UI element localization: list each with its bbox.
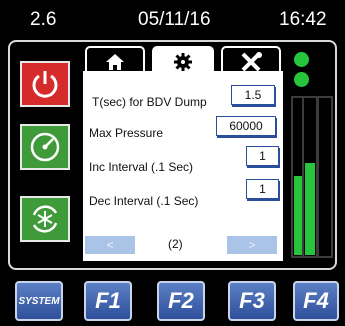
- page-indicator: (2): [168, 237, 183, 251]
- status-led-1: [294, 52, 309, 67]
- dec-interval-label: Dec Interval (.1 Sec): [89, 194, 199, 208]
- date-display: 05/11/16: [138, 9, 211, 30]
- prev-page-button[interactable]: <: [85, 236, 135, 254]
- gauge-button[interactable]: [20, 124, 70, 170]
- dec-interval-value[interactable]: 1: [246, 179, 279, 199]
- next-page-button[interactable]: >: [227, 236, 277, 254]
- power-icon: [32, 71, 58, 98]
- recycle-snowflake-icon: [32, 205, 58, 233]
- gauge-icon: [30, 132, 60, 162]
- status-bar: 2.6 05/11/16 16:42: [0, 0, 345, 38]
- tools-icon: [241, 51, 262, 71]
- max-pressure-label: Max Pressure: [89, 126, 164, 140]
- time-display: 16:42: [279, 9, 327, 30]
- inc-interval-value[interactable]: 1: [246, 146, 279, 166]
- power-button[interactable]: [20, 61, 70, 107]
- level-meter-2-fill: [305, 163, 315, 255]
- f4-key[interactable]: F4: [293, 281, 339, 321]
- version-number: 2.6: [30, 9, 57, 30]
- bdv-dump-label: T(sec) for BDV Dump: [92, 95, 207, 109]
- level-meter-2: [302, 96, 318, 258]
- recycle-snowflake-button[interactable]: [20, 196, 70, 242]
- pager: < (2) >: [85, 236, 281, 254]
- f3-key[interactable]: F3: [228, 281, 276, 321]
- system-key[interactable]: SYSTEM: [15, 281, 63, 321]
- status-led-2: [294, 72, 309, 87]
- max-pressure-value[interactable]: 60000: [216, 116, 276, 136]
- gear-icon: [174, 52, 192, 71]
- f2-key[interactable]: F2: [157, 281, 205, 321]
- f1-key[interactable]: F1: [84, 281, 132, 321]
- home-icon: [106, 53, 124, 70]
- settings-panel: T(sec) for BDV Dump 1.5 Max Pressure 600…: [83, 71, 283, 261]
- inc-interval-label: Inc Interval (.1 Sec): [89, 160, 194, 174]
- bdv-dump-value[interactable]: 1.5: [231, 85, 275, 105]
- level-meter-3: [317, 96, 333, 258]
